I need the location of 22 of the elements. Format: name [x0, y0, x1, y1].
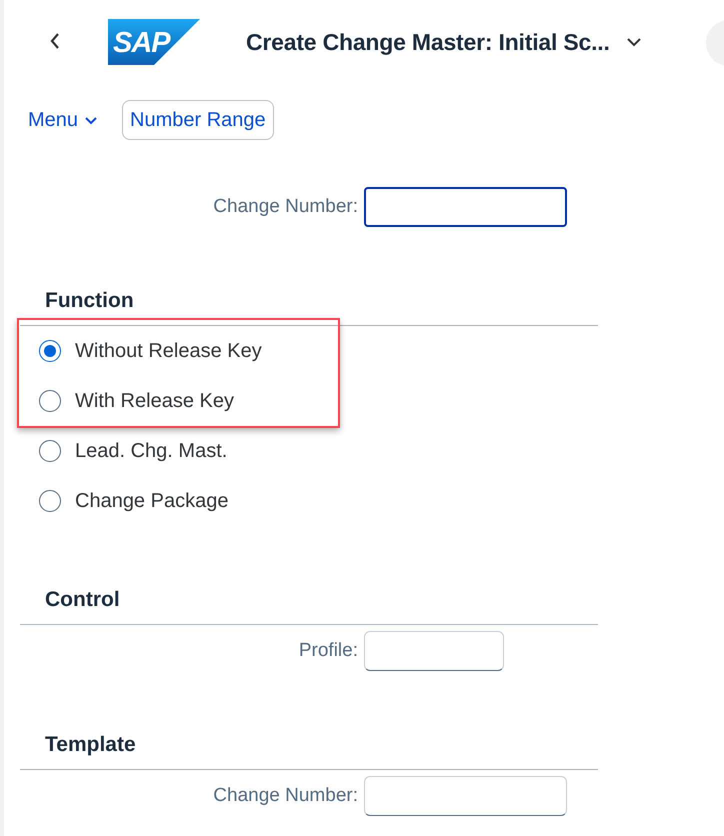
window-title: Create Change Master: Initial Sc... — [246, 28, 610, 56]
section-heading: Control — [44, 588, 121, 612]
radio-label: With Release Key — [75, 390, 234, 412]
back-icon[interactable] — [49, 32, 61, 50]
section-heading: Template — [44, 733, 137, 757]
input-field[interactable] — [364, 187, 567, 227]
field-label: Profile: — [298, 640, 358, 662]
number-range-button[interactable]: Number Range — [122, 100, 274, 140]
menu-button[interactable]: Menu — [24, 108, 102, 132]
radio-button[interactable] — [39, 490, 61, 512]
radio-button[interactable] — [39, 340, 61, 362]
field-label: Change Number: — [212, 196, 358, 218]
radio-label: Change Package — [75, 490, 228, 512]
chevron-down-icon — [84, 116, 98, 124]
radio-button[interactable] — [39, 390, 61, 412]
sap-logo: SAP — [108, 19, 200, 65]
radio-label: Without Release Key — [75, 340, 262, 362]
radio-button[interactable] — [39, 440, 61, 462]
radio-label: Lead. Chg. Mast. — [75, 440, 228, 462]
section-heading: Function — [44, 289, 135, 313]
field-label: Change Number: — [212, 785, 358, 807]
chevron-down-icon[interactable] — [626, 37, 642, 47]
